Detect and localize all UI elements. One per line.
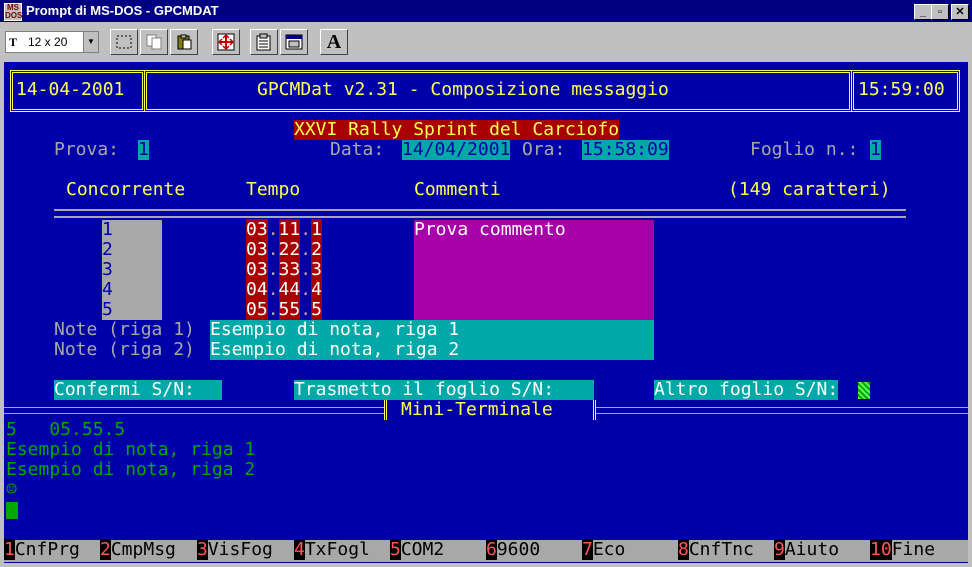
terminal-line: Esempio di nota, riga 2 — [6, 459, 256, 480]
fkey-aiuto[interactable]: 9Aiuto — [774, 539, 839, 560]
note2-input[interactable]: Esempio di nota, riga 2 — [210, 340, 459, 360]
tempo-field[interactable]: 03.22.2 — [246, 239, 322, 260]
toolbar: T 12 x 20 ▼ A — [0, 22, 972, 62]
foglio-label: Foglio n.: — [750, 139, 859, 160]
data-value[interactable]: 14/04/2001 — [402, 140, 511, 160]
chevron-down-icon[interactable]: ▼ — [83, 32, 98, 52]
font-size-value: 12 x 20 — [28, 35, 68, 49]
confermi-prompt[interactable]: Confermi S/N: — [54, 380, 222, 400]
tempo-field[interactable]: 03.11.1 — [246, 219, 322, 240]
data-label: Data: — [330, 139, 385, 160]
properties-icon — [256, 33, 271, 51]
terminal-cursor — [6, 502, 18, 519]
tempo-field[interactable]: 03.33.3 — [246, 259, 322, 280]
maximize-button[interactable]: ▫ — [931, 4, 949, 20]
ora-value[interactable]: 15:58:09 — [582, 140, 669, 160]
fkey-cmpmsg[interactable]: 2CmpMsg — [100, 539, 176, 560]
terminal-line: ☺ — [6, 479, 17, 500]
fkey-fine[interactable]: 10Fine — [870, 539, 935, 560]
note1-label: Note (riga 1) — [54, 319, 195, 340]
header-title: GPCMDat v2.31 - Composizione messaggio — [257, 79, 669, 100]
comment-text: Prova commento — [414, 219, 566, 240]
fkey-9600[interactable]: 69600 — [486, 539, 540, 560]
fkey-txfogl[interactable]: 4TxFogl — [294, 539, 370, 560]
copy-button[interactable] — [140, 29, 168, 55]
altro-foglio-prompt[interactable]: Altro foglio S/N: — [654, 380, 839, 400]
header-date: 14-04-2001 — [16, 79, 125, 100]
concorrente-number[interactable]: 4 — [102, 280, 113, 300]
col-header-commenti: Commenti — [414, 179, 501, 200]
paste-icon — [177, 34, 192, 50]
fkey-cnftnc[interactable]: 8CnfTnc — [678, 539, 754, 560]
font-button[interactable]: A — [320, 29, 348, 55]
col-header-concorrente: Concorrente — [66, 179, 186, 200]
col-header-tempo: Tempo — [246, 179, 301, 200]
event-name: XXVI Rally Sprint del Carciofo — [294, 119, 620, 140]
note2-label: Note (riga 2) — [54, 339, 195, 360]
function-key-bar: 1CnfPrg 2CmpMsg 3VisFog 4TxFogl 5COM2 69… — [4, 539, 968, 562]
fkey-visfog[interactable]: 3VisFog — [197, 539, 273, 560]
font-icon: A — [326, 31, 342, 53]
fkey-com2[interactable]: 5COM2 — [390, 539, 444, 560]
table-header-divider — [54, 209, 906, 218]
prova-value[interactable]: 1 — [138, 140, 149, 160]
char-count: (149 caratteri) — [728, 179, 891, 200]
tempo-field[interactable]: 05.55.5 — [246, 299, 322, 320]
fkey-eco[interactable]: 7Eco — [582, 539, 625, 560]
fkey-cnfprg[interactable]: 1CnfPrg — [4, 539, 80, 560]
msdos-app-icon[interactable]: MS DOS — [4, 3, 22, 21]
window-icon — [285, 34, 303, 50]
input-cursor — [858, 382, 870, 399]
terminal-line: Esempio di nota, riga 1 — [6, 439, 256, 460]
mark-icon — [116, 35, 132, 49]
font-size-select[interactable]: T 12 x 20 ▼ — [5, 31, 99, 53]
terminal-line: 5 05.55.5 — [6, 419, 126, 440]
concorrente-number[interactable]: 5 — [102, 300, 113, 320]
minimize-button[interactable]: _ — [914, 4, 932, 20]
foglio-value[interactable]: 1 — [870, 140, 881, 160]
truetype-icon: T — [9, 35, 18, 49]
terminal-title: Mini-Terminale — [401, 399, 553, 420]
concorrente-number[interactable]: 3 — [102, 260, 113, 280]
trasmetto-prompt[interactable]: Trasmetto il foglio S/N: — [294, 380, 594, 400]
concorrente-number[interactable]: 1 — [102, 220, 113, 240]
properties-button[interactable] — [250, 29, 278, 55]
background-button[interactable] — [280, 29, 308, 55]
mark-button[interactable] — [110, 29, 138, 55]
close-button[interactable]: ✕ — [951, 4, 969, 20]
concorrente-number[interactable]: 2 — [102, 240, 113, 260]
window-title-bar[interactable]: MS DOS Prompt di MS-DOS - GPCMDAT _ ▫ ✕ — [0, 0, 972, 22]
prova-label: Prova: — [54, 139, 120, 160]
fullscreen-icon — [217, 33, 235, 51]
dos-console[interactable]: 14-04-2001 GPCMDat v2.31 - Composizione … — [4, 62, 968, 563]
copy-icon — [146, 34, 162, 50]
paste-button[interactable] — [170, 29, 198, 55]
note1-input[interactable]: Esempio di nota, riga 1 — [210, 320, 459, 340]
ora-label: Ora: — [522, 139, 566, 160]
window-title: Prompt di MS-DOS - GPCMDAT — [26, 3, 219, 18]
fullscreen-button[interactable] — [212, 29, 240, 55]
header-time: 15:59:00 — [858, 79, 945, 100]
tempo-field[interactable]: 04.44.4 — [246, 279, 322, 300]
